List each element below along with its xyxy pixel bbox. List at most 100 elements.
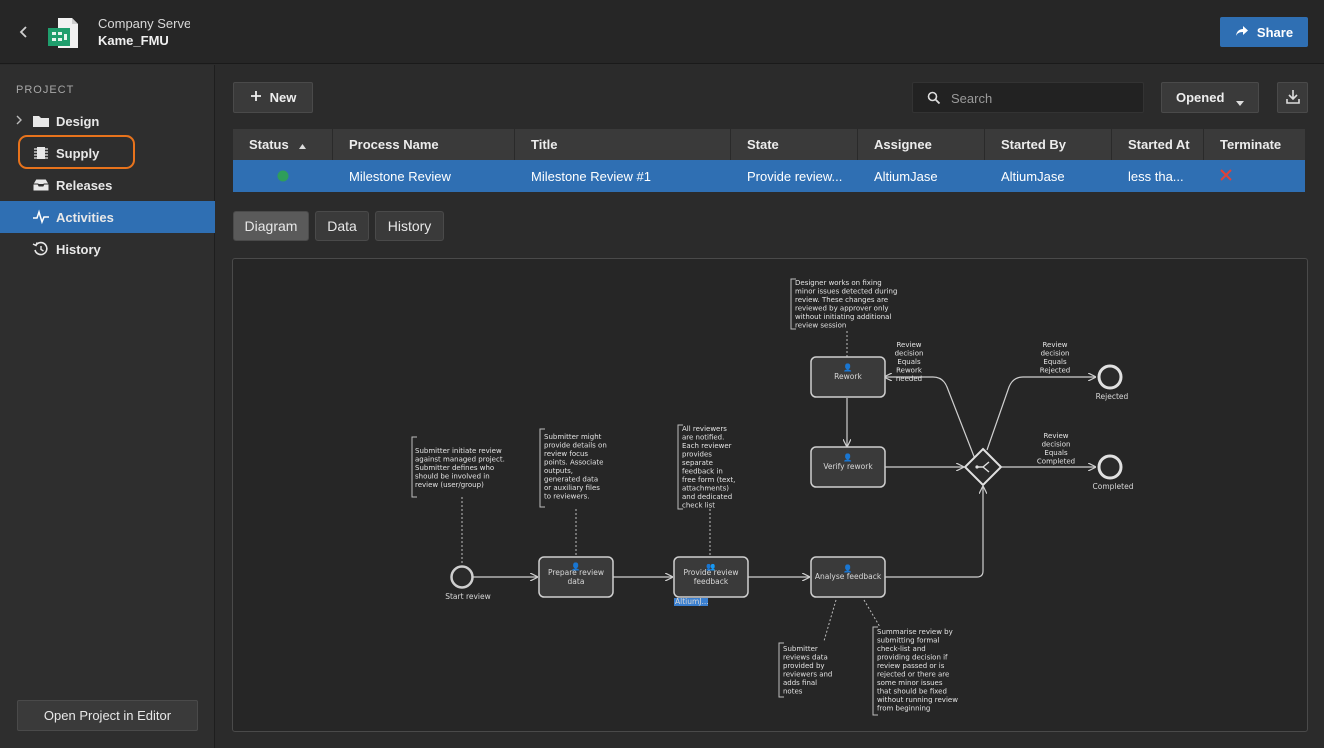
- status-indicator: [233, 160, 333, 192]
- tab-diagram[interactable]: Diagram: [233, 211, 309, 241]
- node-completed-label: Completed: [1093, 482, 1134, 491]
- task-label: feedback: [694, 577, 729, 586]
- table-header: Status Process Name Title State Assignee…: [233, 129, 1305, 160]
- note-analyse-right: without running review: [877, 696, 958, 704]
- edge-label-completed: Completed: [1037, 458, 1075, 466]
- note-analyse-left: adds final: [783, 679, 817, 687]
- note-analyse-right: that should be fixed: [877, 688, 947, 696]
- column-started-at[interactable]: Started At: [1112, 129, 1204, 160]
- close-x-icon: [1220, 168, 1232, 184]
- column-state[interactable]: State: [731, 129, 858, 160]
- note-prepare-review: to reviewers.: [544, 493, 589, 501]
- column-label: Started By: [1001, 137, 1067, 152]
- note-start-review: should be involved in: [415, 473, 490, 481]
- edge-label-completed: decision: [1042, 441, 1071, 449]
- sidebar-item-label: History: [56, 241, 101, 257]
- sidebar-item-history[interactable]: History: [0, 233, 215, 265]
- edge-label-completed: Review: [1044, 432, 1069, 440]
- sidebar-item-activities[interactable]: Activities: [0, 201, 215, 233]
- note-start-review: Submitter defines who: [415, 464, 494, 472]
- task-label: data: [568, 577, 585, 586]
- task-verify-rework[interactable]: 👤 Verify rework: [810, 446, 886, 488]
- task-label: Verify rework: [823, 462, 873, 471]
- cell-assignee: AltiumJase: [874, 168, 938, 184]
- export-download-button[interactable]: [1277, 82, 1308, 113]
- column-terminate[interactable]: Terminate: [1204, 129, 1305, 160]
- note-rework: Designer works on fixing: [795, 279, 882, 287]
- open-project-in-editor-button[interactable]: Open Project in Editor: [17, 700, 198, 731]
- column-process-name[interactable]: Process Name: [333, 129, 515, 160]
- note-start-review: against managed project.: [415, 456, 505, 464]
- server-name: Company Server: [98, 16, 190, 31]
- column-label: Terminate: [1220, 137, 1282, 152]
- process-diagram: Start review Rejected Completed 👤 Prepar…: [232, 258, 1308, 732]
- sidebar-item-design[interactable]: Design: [0, 105, 215, 137]
- note-rework: minor issues detected during: [795, 288, 897, 296]
- cell-started-at: less tha...: [1128, 168, 1184, 184]
- column-label: State: [747, 137, 779, 152]
- new-label: New: [269, 90, 297, 105]
- note-analyse-right: check-list and: [877, 645, 926, 653]
- edge-label-rework: Review: [897, 341, 922, 349]
- start-event-circle: [450, 565, 474, 589]
- note-analyse-right: from beginning: [877, 705, 930, 713]
- activity-pulse-icon: [32, 209, 50, 225]
- search-input[interactable]: [951, 89, 1131, 107]
- note-analyse-right: rejected or there are: [877, 671, 949, 679]
- note-provide-feedback: free form (text,: [682, 476, 735, 484]
- note-analyse-left: Submitter: [783, 645, 818, 653]
- edge-label-rejected: Review: [1043, 341, 1068, 349]
- note-rework: reviewed by approver only: [795, 305, 888, 313]
- share-label: Share: [1256, 24, 1294, 40]
- task-label: Rework: [834, 372, 862, 381]
- column-label: Title: [531, 137, 558, 152]
- tab-history[interactable]: History: [375, 211, 444, 241]
- note-provide-feedback: are notified.: [682, 434, 724, 442]
- task-label: Provide review: [684, 568, 739, 577]
- decision-gateway-icon[interactable]: [963, 447, 1003, 487]
- task-prepare-review[interactable]: 👤 Prepare review data: [538, 556, 614, 598]
- note-start-review: review (user/group): [415, 481, 484, 489]
- share-button[interactable]: Share: [1220, 17, 1308, 47]
- task-label: Analyse feedback: [815, 572, 882, 581]
- note-provide-feedback: check list: [682, 502, 715, 510]
- table-row[interactable]: Milestone Review Milestone Review #1 Pro…: [233, 160, 1305, 192]
- edge-label-completed: Equals: [1044, 449, 1068, 457]
- filter-value: Opened: [1176, 90, 1225, 105]
- edge-label-rejected: decision: [1041, 350, 1070, 358]
- sort-ascending-icon[interactable]: [298, 137, 306, 152]
- back-arrow-icon[interactable]: [14, 22, 34, 42]
- column-label: Started At: [1128, 137, 1190, 152]
- task-rework[interactable]: 👤 Rework: [810, 356, 886, 398]
- task-provide-feedback[interactable]: 👥 Provide review feedback: [673, 556, 749, 598]
- column-label: Status: [249, 137, 289, 152]
- note-analyse-left: notes: [783, 688, 803, 696]
- note-start-review: Submitter initiate review: [415, 447, 502, 455]
- note-prepare-review: outputs,: [544, 467, 573, 475]
- column-assignee[interactable]: Assignee: [858, 129, 985, 160]
- focus-highlight: [18, 135, 135, 169]
- folder-icon: [32, 113, 50, 129]
- node-rejected-label: Rejected: [1096, 392, 1129, 401]
- column-title[interactable]: Title: [515, 129, 731, 160]
- terminate-button[interactable]: [1204, 160, 1305, 192]
- filter-dropdown[interactable]: Opened: [1161, 82, 1259, 113]
- note-analyse-right: submitting formal: [877, 637, 939, 645]
- note-analyse-left: reviewers and: [783, 671, 832, 679]
- search-box[interactable]: [912, 82, 1144, 113]
- chevron-right-icon[interactable]: [15, 114, 23, 128]
- note-provide-feedback: provides: [682, 451, 712, 459]
- tab-data[interactable]: Data: [315, 211, 369, 241]
- note-rework: review session: [795, 322, 846, 330]
- history-clock-icon: [32, 241, 50, 257]
- column-started-by[interactable]: Started By: [985, 129, 1112, 160]
- sidebar-heading: PROJECT: [16, 84, 75, 96]
- annotation-notes: Submitter initiate reviewagainst managed…: [415, 279, 958, 713]
- column-label: Assignee: [874, 137, 932, 152]
- column-status[interactable]: Status: [233, 129, 333, 160]
- caret-down-icon: [1236, 95, 1244, 110]
- end-event-completed: [1097, 454, 1123, 480]
- sidebar-item-releases[interactable]: Releases: [0, 169, 215, 201]
- new-button[interactable]: New: [233, 82, 313, 113]
- task-analyse-feedback[interactable]: 👤 Analyse feedback: [810, 556, 886, 598]
